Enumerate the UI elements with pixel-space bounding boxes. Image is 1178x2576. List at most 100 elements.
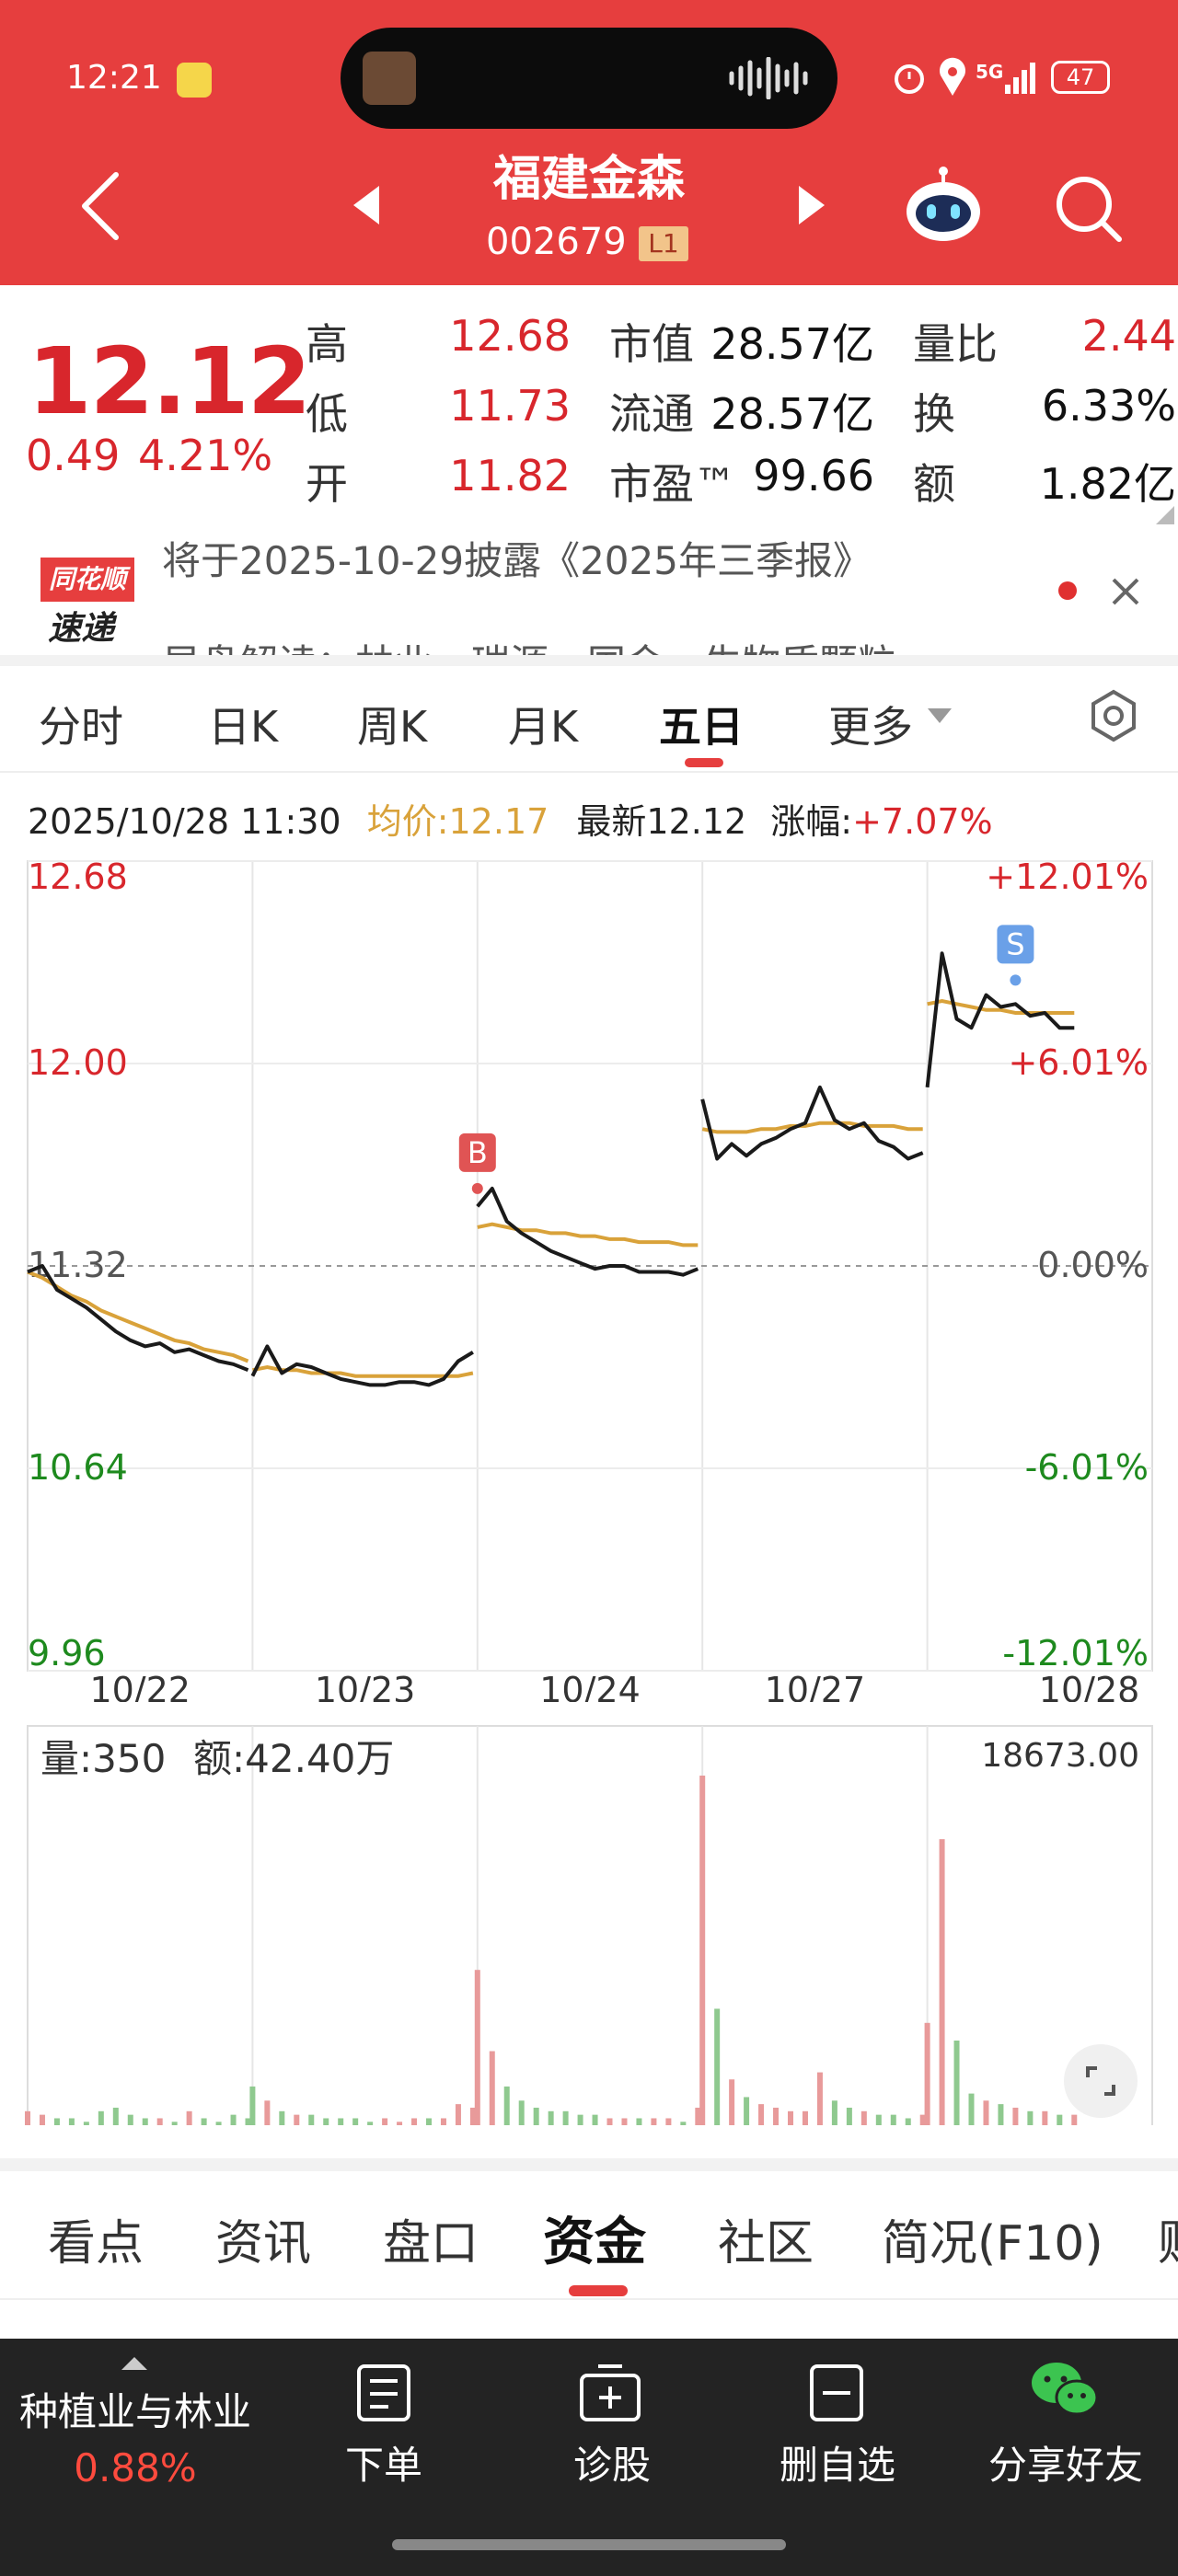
price-change: 0.49	[26, 431, 121, 480]
volume-bar	[875, 2114, 882, 2125]
volume-bar	[744, 2097, 750, 2125]
price-tick-label: 12.68	[28, 857, 128, 897]
tab-orderbook[interactable]: 盘口	[383, 2204, 479, 2273]
stock-code: 002679	[486, 221, 627, 263]
tab-more[interactable]: 更多	[828, 694, 913, 754]
volume-bar	[890, 2114, 896, 2125]
diagnose-button[interactable]: 诊股	[541, 2434, 683, 2490]
volume-bar	[142, 2118, 148, 2125]
amount-value: 1.82亿	[1039, 459, 1176, 509]
volume-bar	[816, 2072, 823, 2125]
info-tabs: 看点 资讯 盘口 资金 社区 简况(F10) 财务	[0, 2171, 1178, 2300]
expand-corner-icon[interactable]	[1154, 506, 1174, 526]
volume-bar	[518, 2100, 525, 2125]
mcap-label: 市值	[609, 319, 694, 369]
location-icon	[940, 57, 965, 96]
volume-bar	[455, 2104, 461, 2125]
volume-bar	[802, 2110, 808, 2125]
wechat-icon[interactable]	[1029, 2359, 1099, 2420]
brand-badge-bottom: 速递	[48, 610, 115, 648]
news-ticker[interactable]: 同花顺 速递 将于2025-10-29披露《2025年三季报》 早盘解读：林业、…	[0, 524, 1178, 662]
volume-bar	[831, 2100, 837, 2125]
robot-assistant-icon[interactable]	[902, 166, 985, 248]
back-icon[interactable]	[77, 171, 123, 241]
chevron-down-icon[interactable]	[928, 707, 952, 725]
high-label: 高	[306, 319, 348, 369]
volume-bar	[112, 2107, 119, 2125]
volume-chart[interactable]: 量:350 额:42.40万 18673.00	[0, 1720, 1178, 2125]
tab-monthly-k[interactable]: 月K	[508, 694, 578, 754]
tab-weekly-k[interactable]: 周K	[357, 694, 427, 754]
order-icon[interactable]	[355, 2363, 412, 2423]
pe-value: 99.66	[753, 451, 874, 500]
diagnose-icon[interactable]	[578, 2363, 642, 2423]
chart-change-label: 涨幅:	[770, 801, 853, 842]
volume-bar	[397, 2122, 403, 2125]
app-notification-icon	[177, 63, 212, 98]
tab-minute[interactable]: 分时	[39, 694, 123, 754]
remove-watch-icon[interactable]	[808, 2363, 865, 2423]
settings-icon[interactable]	[1086, 688, 1141, 743]
volume-bar	[998, 2104, 1004, 2125]
volume-bar	[382, 2118, 388, 2125]
volume-bar	[186, 2110, 192, 2125]
volume-bar	[308, 2114, 315, 2125]
dynamic-island	[341, 28, 837, 129]
tab-daily-k[interactable]: 日K	[208, 694, 278, 754]
volume-bar	[665, 2118, 672, 2125]
quote-panel: 12.12 0.49 4.21% 高 12.68 低 11.73 开 11.82…	[0, 285, 1178, 543]
volume-bar	[1027, 2110, 1034, 2125]
notice-line-1: 将于2025-10-29披露《2025年三季报》	[162, 538, 872, 581]
volume-bar	[338, 2118, 344, 2125]
tab-financials[interactable]: 财务	[1158, 2204, 1178, 2273]
avg-price-line	[477, 1222, 699, 1248]
volume-bar	[788, 2110, 794, 2125]
next-stock-icon[interactable]	[795, 184, 828, 226]
volume-bar	[905, 2118, 911, 2125]
volume-bar	[264, 2100, 271, 2125]
volume-bar	[606, 2118, 613, 2125]
float-label: 流通	[609, 389, 694, 439]
volume-bar	[983, 2100, 989, 2125]
stock-name: 福建金森	[492, 152, 685, 207]
volume-bar	[474, 1970, 480, 2125]
sector-name[interactable]: 种植业与林业	[0, 2381, 271, 2437]
tab-profile-f10[interactable]: 简况(F10)	[882, 2204, 1103, 2273]
tab-highlights[interactable]: 看点	[48, 2204, 144, 2273]
chevron-up-icon[interactable]	[121, 2355, 147, 2372]
volume-bar	[39, 2114, 45, 2125]
volume-bar	[729, 2079, 735, 2125]
last-price: 12.12	[28, 328, 311, 435]
trade-marker-label: B	[468, 1135, 488, 1170]
volume-bar	[215, 2122, 222, 2125]
tab-community[interactable]: 社区	[718, 2204, 814, 2273]
signal-icon	[1005, 63, 1035, 94]
share-button[interactable]: 分享好友	[976, 2434, 1156, 2490]
turnover-value: 6.33%	[1041, 381, 1176, 431]
prev-stock-icon[interactable]	[350, 184, 383, 226]
volume-bar	[68, 2118, 75, 2125]
close-icon[interactable]	[1110, 576, 1141, 607]
pct-tick-label: 0.00%	[1037, 1245, 1149, 1285]
pct-tick-label: -6.01%	[1025, 1447, 1149, 1488]
tab-capital-flow[interactable]: 资金	[543, 2201, 646, 2275]
avg-price-line	[701, 1121, 923, 1134]
search-icon[interactable]	[1053, 173, 1123, 243]
volume-bar	[279, 2110, 285, 2125]
trade-marker-dot	[1010, 974, 1022, 986]
volume-bar	[714, 2008, 721, 2125]
tab-news[interactable]: 资讯	[215, 2204, 311, 2273]
volume-bar	[426, 2118, 433, 2125]
volume-bar	[860, 2110, 867, 2125]
tab-five-day[interactable]: 五日	[659, 694, 744, 754]
volume-bar	[83, 2122, 89, 2125]
open-value: 11.82	[449, 451, 571, 500]
price-line	[250, 1344, 474, 1387]
chart-latest-price: 最新12.12	[576, 801, 747, 842]
five-day-price-chart[interactable]: 12.68 +12.01%12.00 +6.01%11.32 0.00%10.64 -6…	[0, 837, 1178, 1702]
level-badge: L1	[639, 226, 688, 261]
volume-bar	[699, 1776, 706, 2125]
order-button[interactable]: 下单	[313, 2434, 455, 2490]
remove-watch-button[interactable]: 删自选	[764, 2434, 911, 2490]
audio-wave-icon	[729, 57, 808, 99]
